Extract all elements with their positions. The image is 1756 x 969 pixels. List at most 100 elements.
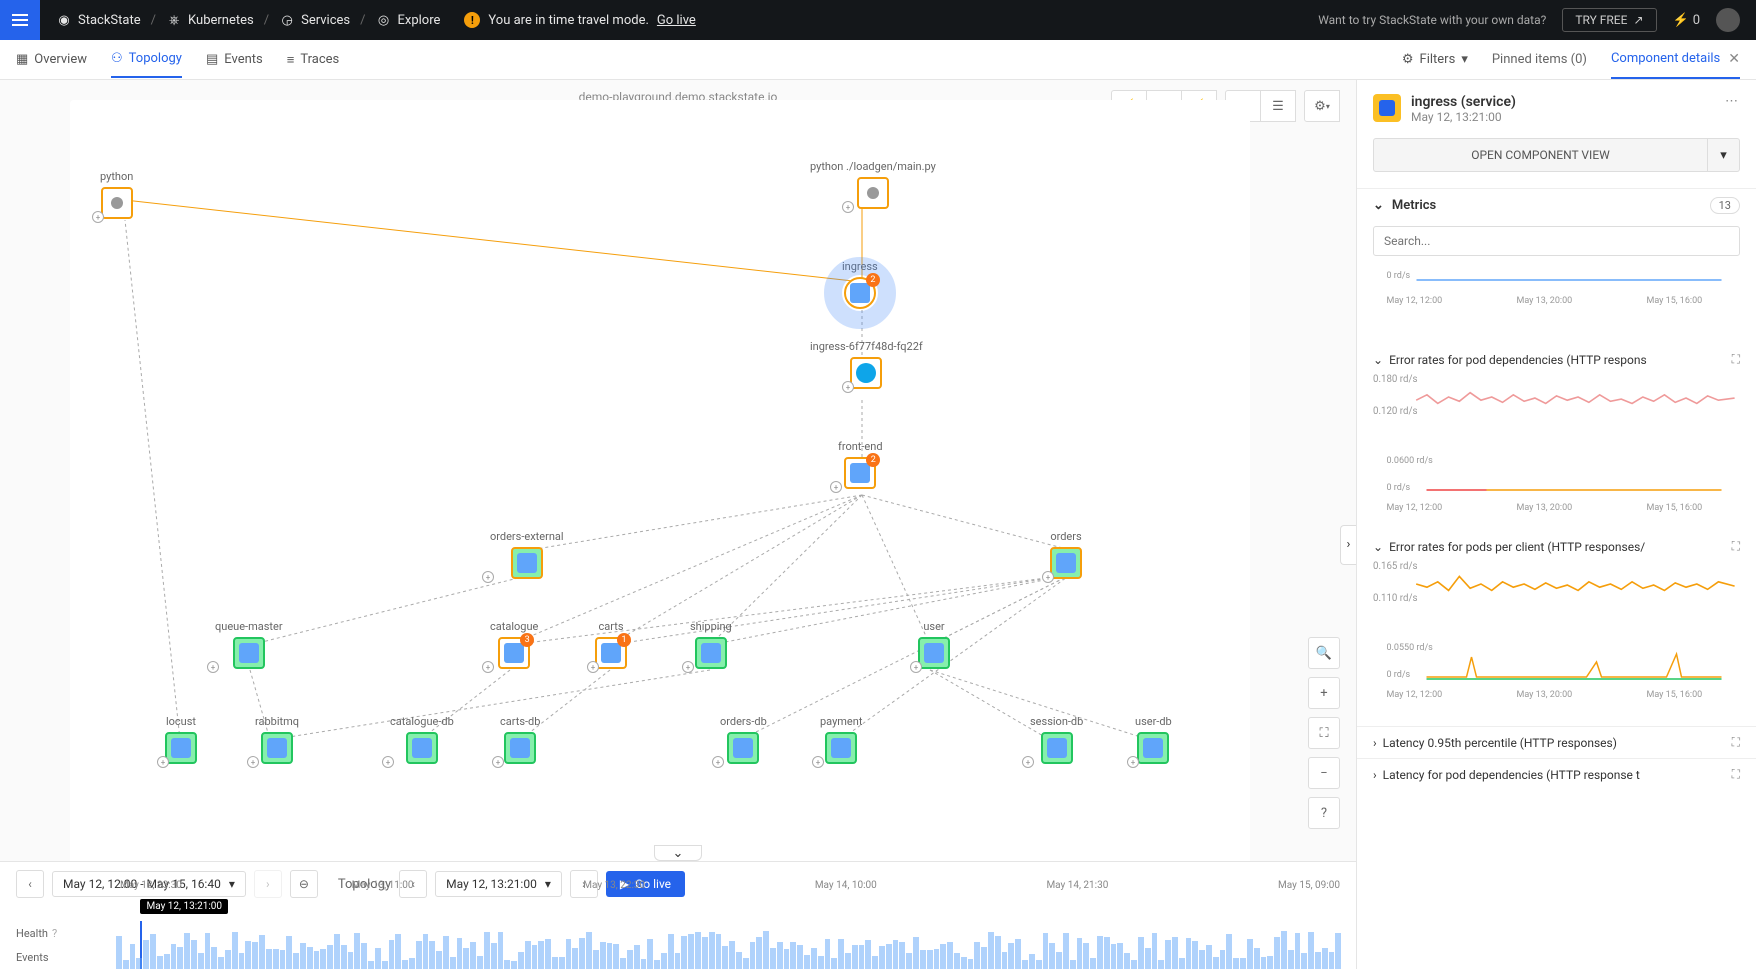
svg-text:May 15, 16:00: May 15, 16:00 (1647, 690, 1703, 700)
svg-text:May 13, 20:00: May 13, 20:00 (1517, 690, 1573, 700)
collapse-panel-button[interactable]: › (1340, 525, 1356, 565)
filters-button[interactable]: ⚙Filters▾ (1402, 52, 1468, 67)
timeline-toggle[interactable]: ⌄ (654, 845, 702, 861)
timeline-chart[interactable]: Health? Events May 12, 13:21:00 (0, 921, 1356, 969)
cta-text: Want to try StackState with your own dat… (1318, 13, 1546, 27)
node-session-db[interactable]: session-db+ (1030, 715, 1083, 764)
notif-count: 0 (1693, 13, 1700, 28)
explore-icon: ◎ (375, 12, 391, 28)
external-link-icon: ↗ (1633, 13, 1643, 27)
component-timestamp: May 12, 13:21:00 (1411, 110, 1516, 124)
details-panel: ingress (service) May 12, 13:21:00 ⋯ OPE… (1356, 80, 1756, 969)
latency-deps-row[interactable]: › Latency for pod dependencies (HTTP res… (1357, 758, 1756, 790)
expand-icon[interactable]: ⛶ (1732, 735, 1740, 750)
tool-list[interactable]: ☰ (1260, 90, 1296, 122)
node-python[interactable]: python + (100, 170, 133, 219)
breadcrumb-sep: / (264, 13, 269, 28)
tab-topology[interactable]: ⚇Topology (111, 41, 182, 78)
node-catalogue[interactable]: catalogue 3 + (490, 620, 538, 669)
zoom-fit[interactable]: ⛶ (1308, 717, 1340, 749)
svg-text:0 rd/s: 0 rd/s (1387, 271, 1411, 281)
go-live-link[interactable]: Go live (657, 13, 696, 28)
node-shipping[interactable]: shipping + (690, 620, 732, 669)
svg-text:0.165 rd/s: 0.165 rd/s (1373, 561, 1417, 572)
svg-text:May 12, 12:00: May 12, 12:00 (1387, 690, 1443, 700)
try-free-button[interactable]: TRY FREE↗ (1562, 8, 1656, 32)
node-user[interactable]: user + (918, 620, 950, 669)
node-rabbitmq[interactable]: rabbitmq+ (255, 715, 299, 764)
breadcrumb-explore[interactable]: ◎Explore (375, 12, 440, 28)
breadcrumb-stackstate[interactable]: ◉StackState (56, 12, 141, 28)
timeline-marker: May 12, 13:21:00 (140, 899, 228, 914)
canvas-area[interactable]: demo-playground.demo.stackstate.io ⚡ ≯ ⚡… (0, 80, 1356, 969)
svg-text:May 13, 20:00: May 13, 20:00 (1517, 503, 1573, 513)
close-icon[interactable]: ✕ (1728, 51, 1740, 67)
node-carts[interactable]: carts 1 + (595, 620, 627, 669)
chevron-down-icon: ⌄ (1373, 353, 1383, 367)
timeline-ticks: May 12, 23:30May 13, 11:00May 13, 22:30M… (120, 880, 1340, 891)
help-icon[interactable]: ? (52, 927, 57, 940)
node-lococust[interactable]: locust+ (165, 715, 197, 764)
svg-text:May 15, 16:00: May 15, 16:00 (1647, 503, 1703, 513)
tab-overview[interactable]: ▦Overview (16, 41, 87, 78)
tool-settings[interactable]: ⚙▾ (1304, 90, 1340, 122)
tab-traces[interactable]: ≡Traces (287, 41, 340, 78)
node-loadgen[interactable]: python ./loadgen/main.py + (810, 160, 936, 209)
filter-icon: ⚙ (1402, 52, 1414, 67)
zoom-in[interactable]: + (1308, 677, 1340, 709)
node-ingress[interactable]: ingress 2 (842, 260, 878, 309)
expand-icon[interactable]: ⛶ (1732, 352, 1740, 367)
svg-text:0.180 rd/s: 0.180 rd/s (1373, 374, 1417, 385)
zoom-search[interactable]: 🔍 (1308, 637, 1340, 669)
menu-button[interactable] (0, 0, 40, 40)
tab-events[interactable]: ▤Events (206, 41, 263, 78)
svg-text:0.0550 rd/s: 0.0550 rd/s (1387, 643, 1434, 653)
topology-graph[interactable]: python + python ./loadgen/main.py + ingr… (70, 100, 1250, 880)
expand-icon[interactable]: ⛶ (1732, 767, 1740, 782)
node-orders-external[interactable]: orders-external + (490, 530, 564, 579)
chart-error-deps: ⌄Error rates for pod dependencies (HTTP … (1373, 352, 1740, 519)
chart-throughput: 0 rd/s May 12, 12:00 May 13, 20:00 May 1… (1373, 268, 1740, 332)
node-ingress-pod[interactable]: ingress-6f77f48d-fq22f + (810, 340, 923, 389)
breadcrumb: ◉StackState / ⎈Kubernetes / ◶Services / … (40, 12, 440, 28)
topbar-right: Want to try StackState with your own dat… (1318, 8, 1756, 32)
svg-text:0.0600 rd/s: 0.0600 rd/s (1387, 456, 1434, 466)
expand-icon[interactable]: ⛶ (1732, 539, 1740, 554)
component-icon (1373, 94, 1401, 122)
node-catalogue-db[interactable]: catalogue-db+ (390, 715, 454, 764)
open-component-view-dropdown[interactable]: ▾ (1708, 138, 1740, 172)
node-orders-db[interactable]: orders-db+ (720, 715, 767, 764)
node-frontend[interactable]: front-end 2 + (838, 440, 883, 489)
open-component-view-button[interactable]: OPEN COMPONENT VIEW (1373, 138, 1708, 172)
timeline-health-label: Health? (16, 927, 116, 940)
notifications[interactable]: ⚡0 (1673, 13, 1701, 28)
node-queue-master[interactable]: queue-master + (215, 620, 283, 669)
breadcrumb-services[interactable]: ◶Services (279, 12, 350, 28)
tab-component-details[interactable]: Component details✕ (1611, 41, 1740, 79)
node-carts-db[interactable]: carts-db+ (500, 715, 540, 764)
pinned-items[interactable]: Pinned items (0) (1492, 52, 1587, 67)
main: demo-playground.demo.stackstate.io ⚡ ≯ ⚡… (0, 80, 1756, 969)
chevron-down-icon: ⌄ (1373, 198, 1384, 213)
warning-icon: ! (464, 12, 480, 28)
chevron-right-icon: › (1373, 768, 1377, 782)
svg-text:0.120 rd/s: 0.120 rd/s (1373, 406, 1417, 417)
zoom-help[interactable]: ? (1308, 797, 1340, 829)
zoom-out[interactable]: − (1308, 757, 1340, 789)
svg-text:0 rd/s: 0 rd/s (1387, 670, 1411, 680)
node-payment[interactable]: payment+ (820, 715, 862, 764)
breadcrumb-kubernetes[interactable]: ⎈Kubernetes (166, 12, 254, 28)
node-user-db[interactable]: user-db+ (1135, 715, 1172, 764)
user-avatar[interactable] (1716, 8, 1740, 32)
timeline-prev[interactable]: ‹ (16, 870, 44, 898)
zoom-controls: 🔍 + ⛶ − ? (1308, 637, 1340, 829)
timeline-events-label: Events (16, 951, 116, 964)
latency-percentile-row[interactable]: › Latency 0.95th percentile (HTTP respon… (1357, 726, 1756, 758)
more-menu[interactable]: ⋯ (1725, 94, 1740, 109)
hamburger-icon (12, 14, 28, 26)
chevron-down-icon: ▾ (1461, 52, 1468, 67)
metrics-section[interactable]: ⌄ Metrics 13 (1357, 188, 1756, 222)
topbar: ◉StackState / ⎈Kubernetes / ◶Services / … (0, 0, 1756, 40)
node-orders[interactable]: orders + (1050, 530, 1082, 579)
metrics-search-input[interactable] (1373, 226, 1740, 256)
